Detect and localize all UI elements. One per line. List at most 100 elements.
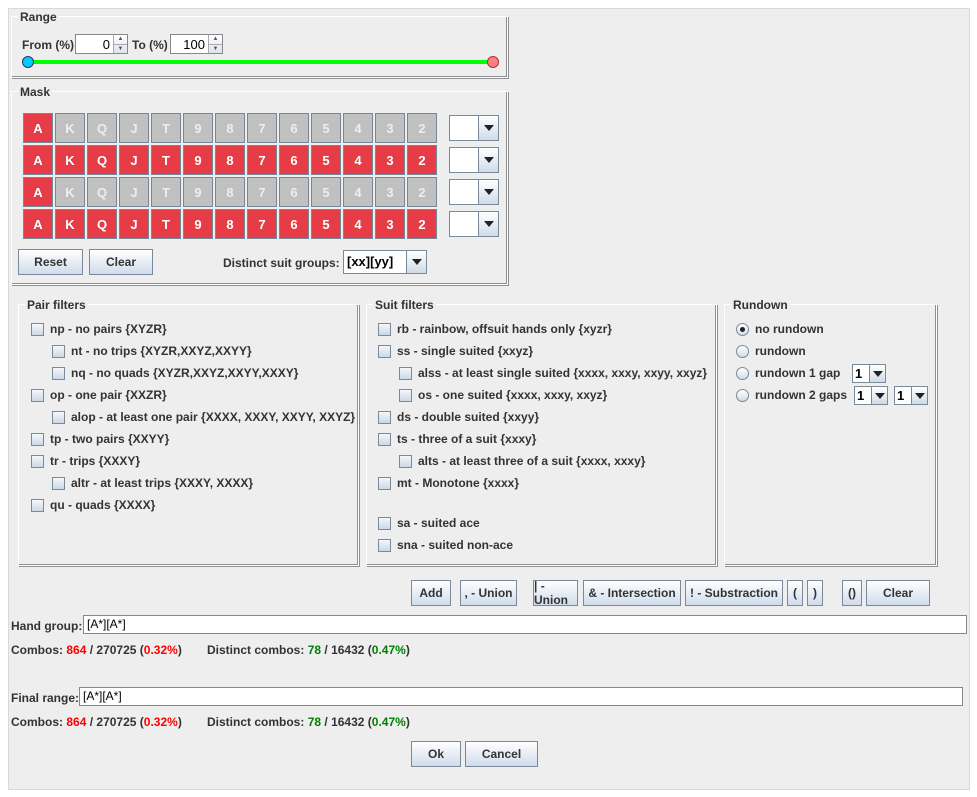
- filter-alss[interactable]: alss - at least single suited {xxxx, xxx…: [399, 366, 707, 380]
- mask-cell-q[interactable]: Q: [87, 145, 117, 175]
- rundown-gap-select[interactable]: 1: [854, 386, 888, 405]
- ok-button[interactable]: Ok: [411, 741, 461, 767]
- checkbox[interactable]: [52, 344, 65, 358]
- checkbox[interactable]: [31, 322, 44, 336]
- hand-group-input[interactable]: [A*][A*]: [83, 615, 967, 634]
- mask-cell-8[interactable]: 8: [215, 209, 245, 239]
- mask-cell-a[interactable]: A: [23, 113, 53, 143]
- rundown-option-4[interactable]: rundown 2 gaps: [736, 388, 847, 402]
- dropdown-button[interactable]: [478, 212, 498, 236]
- radio-button[interactable]: [736, 344, 749, 358]
- mask-cell-j[interactable]: J: [119, 177, 149, 207]
- mask-row-suit-select[interactable]: [449, 115, 499, 141]
- checkbox[interactable]: [378, 432, 391, 446]
- checkbox[interactable]: [31, 388, 44, 402]
- mask-cell-2[interactable]: 2: [407, 113, 437, 143]
- mask-cell-2[interactable]: 2: [407, 209, 437, 239]
- close-paren-button[interactable]: ): [807, 580, 823, 606]
- rundown-option-1[interactable]: no rundown: [736, 322, 824, 336]
- mask-cell-q[interactable]: Q: [87, 209, 117, 239]
- filter-sna[interactable]: sna - suited non-ace: [378, 538, 513, 552]
- filter-op[interactable]: op - one pair {XXZR}: [31, 388, 167, 402]
- radio-button[interactable]: [736, 388, 749, 402]
- dropdown-button[interactable]: [478, 148, 498, 172]
- mask-cell-q[interactable]: Q: [87, 177, 117, 207]
- mask-cell-3[interactable]: 3: [375, 145, 405, 175]
- rundown-gap-select[interactable]: 1: [894, 386, 928, 405]
- filter-rb[interactable]: rb - rainbow, offsuit hands only {xyzr}: [378, 322, 612, 336]
- mask-cell-k[interactable]: K: [55, 113, 85, 143]
- distinct-suit-groups-select[interactable]: [xx][yy]: [343, 250, 427, 274]
- mask-cell-7[interactable]: 7: [247, 113, 277, 143]
- range-slider-track[interactable]: [28, 60, 493, 64]
- mask-cell-9[interactable]: 9: [183, 113, 213, 143]
- mask-cell-6[interactable]: 6: [279, 113, 309, 143]
- checkbox[interactable]: [378, 476, 391, 490]
- open-paren-button[interactable]: (: [787, 580, 803, 606]
- mask-cell-8[interactable]: 8: [215, 177, 245, 207]
- mask-cell-2[interactable]: 2: [407, 145, 437, 175]
- mask-row-suit-select[interactable]: [449, 147, 499, 173]
- clear-expression-button[interactable]: Clear: [866, 580, 930, 606]
- parens-button[interactable]: (): [842, 580, 862, 606]
- mask-cell-t[interactable]: T: [151, 209, 181, 239]
- comma-union-button[interactable]: , - Union: [460, 580, 517, 606]
- range-from-knob[interactable]: [22, 56, 34, 68]
- mask-cell-j[interactable]: J: [119, 145, 149, 175]
- mask-cell-3[interactable]: 3: [375, 113, 405, 143]
- intersection-button[interactable]: & - Intersection: [583, 580, 681, 606]
- mask-cell-9[interactable]: 9: [183, 177, 213, 207]
- filter-alts[interactable]: alts - at least three of a suit {xxxx, x…: [399, 454, 645, 468]
- filter-tr[interactable]: tr - trips {XXXY}: [31, 454, 140, 468]
- checkbox[interactable]: [52, 476, 65, 490]
- dropdown-button[interactable]: [869, 365, 885, 382]
- mask-cell-6[interactable]: 6: [279, 145, 309, 175]
- mask-cell-a[interactable]: A: [23, 209, 53, 239]
- pipe-union-button[interactable]: | - Union: [533, 579, 578, 607]
- rundown-gap-select[interactable]: 1: [852, 364, 886, 383]
- mask-cell-6[interactable]: 6: [279, 209, 309, 239]
- mask-cell-4[interactable]: 4: [343, 145, 373, 175]
- dropdown-button[interactable]: [478, 180, 498, 204]
- range-to-knob[interactable]: [487, 56, 499, 68]
- mask-cell-t[interactable]: T: [151, 113, 181, 143]
- filter-np[interactable]: np - no pairs {XYZR}: [31, 322, 167, 336]
- mask-clear-button[interactable]: Clear: [89, 249, 153, 275]
- dropdown-button[interactable]: [911, 387, 927, 404]
- checkbox[interactable]: [399, 366, 412, 380]
- filter-tp[interactable]: tp - two pairs {XXYY}: [31, 432, 169, 446]
- filter-os[interactable]: os - one suited {xxxx, xxxy, xxyz}: [399, 388, 607, 402]
- mask-cell-3[interactable]: 3: [375, 177, 405, 207]
- mask-reset-button[interactable]: Reset: [18, 249, 83, 275]
- mask-cell-2[interactable]: 2: [407, 177, 437, 207]
- filter-sa[interactable]: sa - suited ace: [378, 516, 480, 530]
- from-spinner[interactable]: 0 ▲ ▼: [75, 34, 128, 54]
- mask-cell-k[interactable]: K: [55, 209, 85, 239]
- mask-cell-5[interactable]: 5: [311, 145, 341, 175]
- subtraction-button[interactable]: ! - Substraction: [685, 580, 783, 606]
- to-value[interactable]: 100: [171, 35, 208, 53]
- add-button[interactable]: Add: [411, 580, 451, 606]
- mask-cell-4[interactable]: 4: [343, 177, 373, 207]
- from-value[interactable]: 0: [76, 35, 113, 53]
- filter-ts[interactable]: ts - three of a suit {xxxy}: [378, 432, 536, 446]
- mask-cell-4[interactable]: 4: [343, 113, 373, 143]
- checkbox[interactable]: [378, 410, 391, 424]
- checkbox[interactable]: [378, 538, 391, 552]
- rundown-option-2[interactable]: rundown: [736, 344, 806, 358]
- mask-cell-k[interactable]: K: [55, 145, 85, 175]
- rundown-option-3[interactable]: rundown 1 gap: [736, 366, 840, 380]
- mask-cell-t[interactable]: T: [151, 177, 181, 207]
- mask-cell-7[interactable]: 7: [247, 145, 277, 175]
- radio-button[interactable]: [736, 366, 749, 380]
- mask-row-suit-select[interactable]: [449, 211, 499, 237]
- checkbox[interactable]: [31, 432, 44, 446]
- filter-ss[interactable]: ss - single suited {xxyz}: [378, 344, 533, 358]
- mask-cell-a[interactable]: A: [23, 177, 53, 207]
- checkbox[interactable]: [52, 366, 65, 380]
- mask-cell-8[interactable]: 8: [215, 113, 245, 143]
- mask-cell-j[interactable]: J: [119, 113, 149, 143]
- filter-ds[interactable]: ds - double suited {xxyy}: [378, 410, 539, 424]
- checkbox[interactable]: [399, 388, 412, 402]
- mask-cell-t[interactable]: T: [151, 145, 181, 175]
